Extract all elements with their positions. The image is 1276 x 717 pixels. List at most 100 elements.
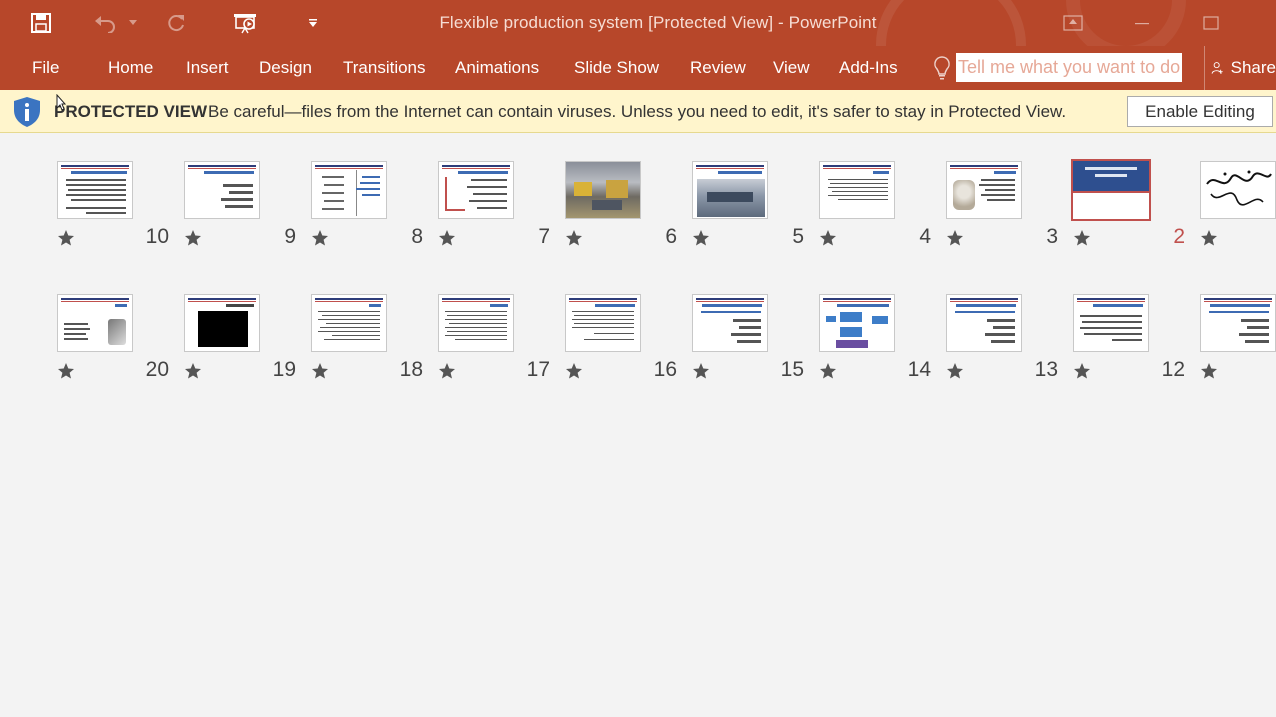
slide-thumbnail-7[interactable]: 7 [438, 161, 558, 251]
star-icon [1073, 229, 1091, 247]
slide-number: 3 [1046, 225, 1058, 248]
slide-thumbnail-11[interactable]: 11 [1200, 294, 1276, 384]
protected-view-title: PROTECTED VIEW [54, 102, 208, 121]
star-icon [1200, 229, 1218, 247]
share-button[interactable]: Share [1204, 46, 1276, 90]
slide-number: 19 [272, 358, 296, 381]
slide-thumbnail-12[interactable]: 12 [1073, 294, 1193, 384]
slide-number: 13 [1034, 358, 1058, 381]
slide-thumbnail-16[interactable]: 16 [565, 294, 685, 384]
tell-me-input[interactable] [956, 53, 1182, 82]
slide-preview [57, 161, 133, 219]
star-icon [692, 362, 710, 380]
slide-thumbnail-14[interactable]: 14 [819, 294, 939, 384]
ribbon-tabs: File Home Insert Design Transitions Anim… [0, 46, 1276, 90]
tab-transitions[interactable]: Transitions [343, 55, 426, 81]
slide-preview [946, 161, 1022, 219]
star-icon [819, 229, 837, 247]
star-icon [311, 229, 329, 247]
slide-thumbnail-15[interactable]: 15 [692, 294, 812, 384]
star-icon [946, 362, 964, 380]
slide-preview [184, 294, 260, 352]
slide-preview [1200, 294, 1276, 352]
slide-thumbnail-6[interactable]: 6 [565, 161, 685, 251]
slide-thumbnail-17[interactable]: 17 [438, 294, 558, 384]
slide-number: 15 [780, 358, 804, 381]
slide-preview [819, 294, 895, 352]
star-icon [819, 362, 837, 380]
slide-thumbnail-20[interactable]: 20 [57, 294, 177, 384]
star-icon [946, 229, 964, 247]
slide-preview [1073, 294, 1149, 352]
star-icon [57, 362, 75, 380]
tab-review[interactable]: Review [690, 55, 746, 81]
slide-preview [184, 161, 260, 219]
slide-thumbnail-4[interactable]: 4 [819, 161, 939, 251]
slide-number: 4 [919, 225, 931, 248]
slide-number: 5 [792, 225, 804, 248]
star-icon [184, 362, 202, 380]
slide-thumbnail-18[interactable]: 18 [311, 294, 431, 384]
star-icon [438, 362, 456, 380]
tab-insert[interactable]: Insert [186, 55, 229, 81]
slide-number: 6 [665, 225, 677, 248]
slide-number: 18 [399, 358, 423, 381]
slide-number: 9 [284, 225, 296, 248]
slide-thumbnail-1[interactable]: 1 [1200, 161, 1276, 251]
slide-preview [565, 161, 641, 219]
tab-design[interactable]: Design [259, 55, 312, 81]
tab-view[interactable]: View [773, 55, 810, 81]
slide-number: 14 [907, 358, 931, 381]
slide-thumbnail-3[interactable]: 3 [946, 161, 1066, 251]
mouse-cursor-icon [56, 93, 67, 112]
slide-thumbnail-13[interactable]: 13 [946, 294, 1066, 384]
slide-preview [438, 294, 514, 352]
star-icon [692, 229, 710, 247]
star-icon [438, 229, 456, 247]
lightbulb-icon [932, 54, 952, 82]
slide-number: 12 [1161, 358, 1185, 381]
tab-add-ins[interactable]: Add-Ins [839, 55, 898, 81]
slide-thumbnail-5[interactable]: 5 [692, 161, 812, 251]
slide-number: 2 [1173, 225, 1185, 248]
title-bar: Flexible production system [Protected Vi… [0, 0, 1276, 46]
ribbon-display-options-icon[interactable] [1050, 0, 1096, 46]
slide-number: 17 [526, 358, 550, 381]
star-icon [565, 362, 583, 380]
slide-thumbnail-2[interactable]: 2 [1071, 159, 1193, 251]
slide-sorter: 10 9 8 7 6 5 4 3 2 20 19 18 17 16 15 14 … [0, 134, 1276, 717]
slide-preview [692, 161, 768, 219]
calligraphy-image [1206, 170, 1272, 206]
slide-preview [438, 161, 514, 219]
slide-number: 16 [653, 358, 677, 381]
tab-file[interactable]: File [32, 55, 59, 81]
slide-number: 7 [538, 225, 550, 248]
star-icon [565, 229, 583, 247]
slide-thumbnail-19[interactable]: 19 [184, 294, 304, 384]
star-icon [1200, 362, 1218, 380]
star-icon [311, 362, 329, 380]
slide-preview [565, 294, 641, 352]
slide-thumbnail-8[interactable]: 8 [311, 161, 431, 251]
share-label: Share [1230, 58, 1276, 77]
star-icon [184, 229, 202, 247]
minimize-icon[interactable] [1119, 0, 1165, 46]
star-icon [57, 229, 75, 247]
maximize-icon[interactable] [1188, 0, 1234, 46]
slide-preview [1200, 161, 1276, 219]
slide-number: 8 [411, 225, 423, 248]
slide-preview [311, 161, 387, 219]
protected-view-message: Be careful—files from the Internet can c… [208, 102, 1067, 121]
enable-editing-button[interactable]: Enable Editing [1127, 96, 1273, 127]
slide-preview [311, 294, 387, 352]
tab-home[interactable]: Home [108, 55, 153, 81]
slide-preview [1071, 159, 1151, 221]
star-icon [1073, 362, 1091, 380]
tab-animations[interactable]: Animations [455, 55, 539, 81]
slide-thumbnail-9[interactable]: 9 [184, 161, 304, 251]
slide-preview [946, 294, 1022, 352]
info-shield-icon [12, 96, 42, 128]
slide-preview [692, 294, 768, 352]
slide-thumbnail-10[interactable]: 10 [57, 161, 177, 251]
tab-slide-show[interactable]: Slide Show [574, 55, 659, 81]
